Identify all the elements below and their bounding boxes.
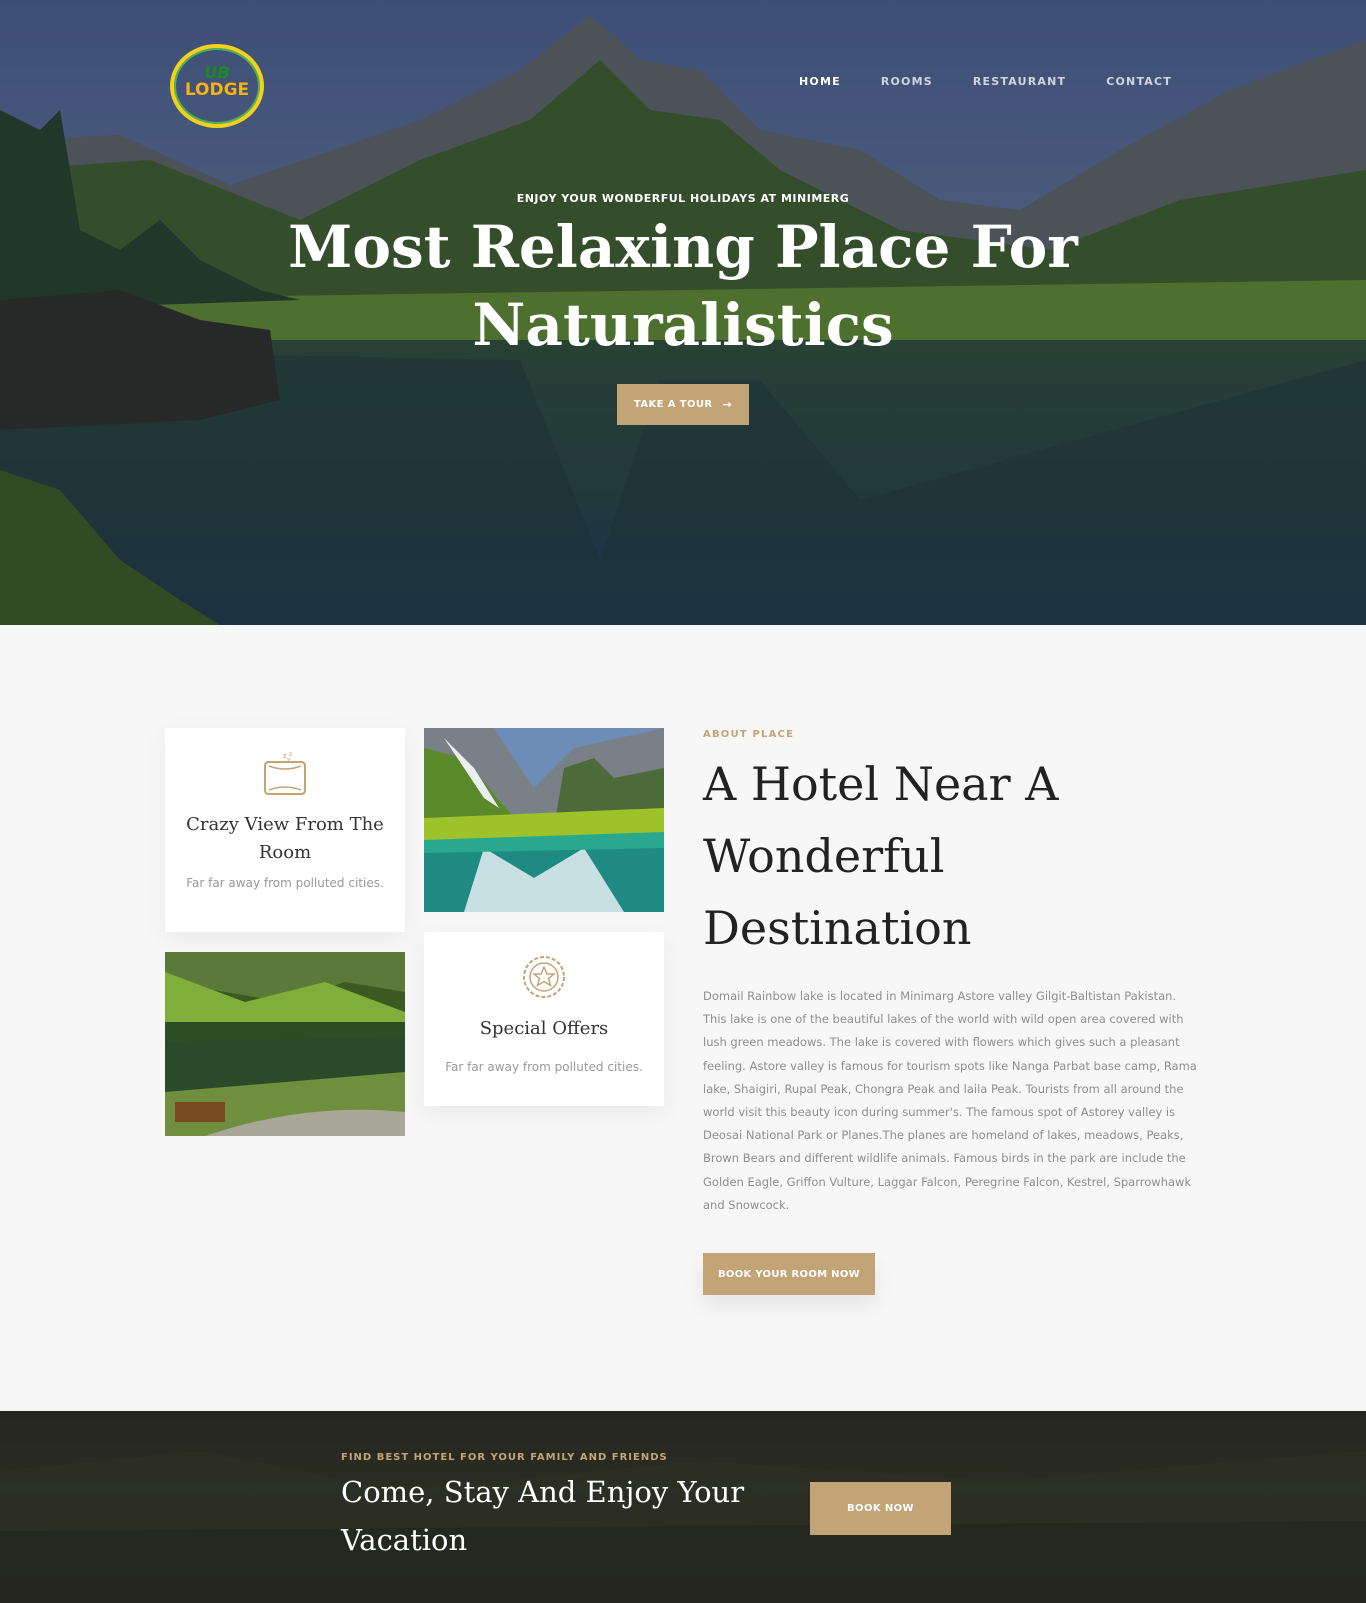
nav-rooms[interactable]: ROOMS (881, 75, 933, 88)
pillow-icon: z z z (264, 751, 306, 795)
book-your-room-button[interactable]: BOOK YOUR ROOM NOW (703, 1253, 875, 1295)
nav-contact[interactable]: CONTACT (1106, 75, 1172, 88)
green-lake-photo (165, 952, 405, 1136)
nav-restaurant[interactable]: RESTAURANT (973, 75, 1066, 88)
star-badge-icon (523, 956, 565, 998)
arrow-right-icon: → (722, 398, 733, 411)
nav-home[interactable]: HOME (799, 75, 841, 88)
feature-text: Far far away from polluted cities. (445, 1060, 643, 1074)
main-navigation: HOME ROOMS RESTAURANT CONTACT (799, 75, 1172, 88)
feature-text: Far far away from polluted cities. (186, 876, 384, 890)
logo-text-lodge: LODGE (184, 80, 250, 100)
about-description: Domail Rainbow lake is located in Minima… (703, 989, 1197, 1212)
lake-valley-photo (424, 728, 664, 912)
hero-subtitle: ENJOY YOUR WONDERFUL HOLIDAYS AT MINIMER… (516, 192, 850, 205)
take-a-tour-label: TAKE A TOUR (633, 399, 713, 410)
about-title: A Hotel Near A Wonderful Destination (703, 757, 1059, 955)
cta-title: Come, Stay And Enjoy Your Vacation (341, 1475, 745, 1557)
hero-title: Most Relaxing Place For Naturalistics (288, 213, 1078, 359)
take-a-tour-button[interactable]: TAKE A TOUR → (617, 384, 749, 425)
about-label: ABOUT PLACE (703, 729, 795, 740)
site-logo[interactable]: UB LODGE (170, 44, 264, 128)
feature-card-view: z z z Crazy View From The Room Far far a… (165, 728, 405, 932)
feature-card-offers: Special Offers Far far away from pollute… (424, 932, 664, 1106)
feature-title: Special Offers (479, 1018, 609, 1039)
svg-text:z: z (286, 756, 290, 765)
book-now-button[interactable]: BOOK NOW (810, 1482, 951, 1535)
feature-title: Crazy View From The Room (186, 814, 384, 863)
cta-label: FIND BEST HOTEL FOR YOUR FAMILY AND FRIE… (341, 1452, 668, 1463)
